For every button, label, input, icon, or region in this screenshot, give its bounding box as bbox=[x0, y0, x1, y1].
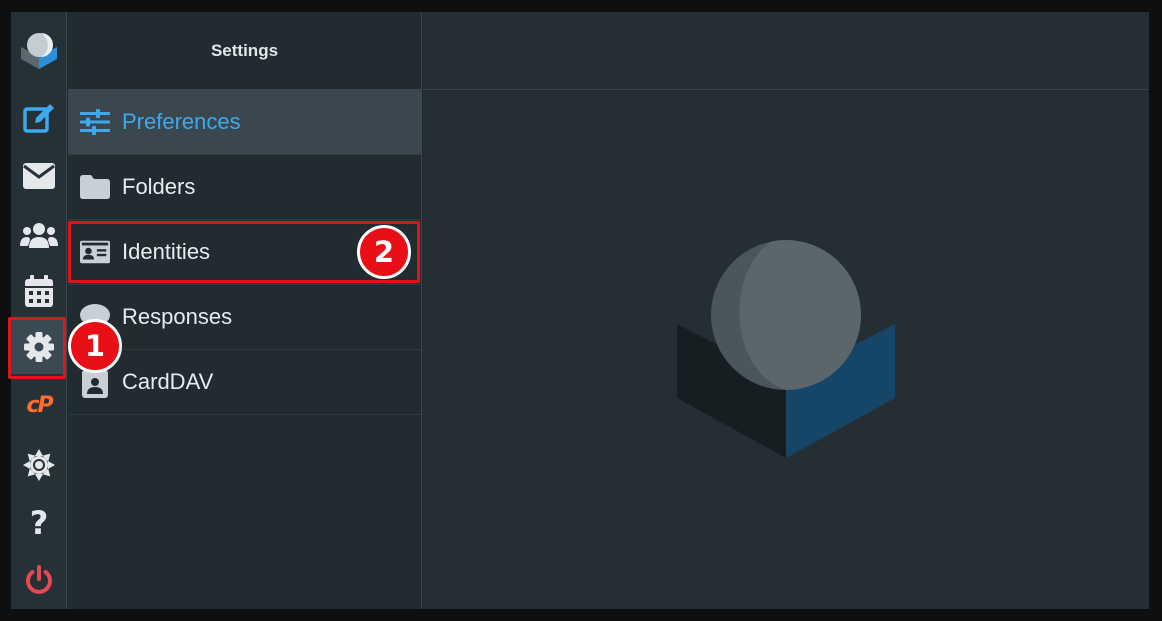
settings-item-label: CardDAV bbox=[122, 369, 214, 394]
app-window: cP ? Settings Preferences Folders Identi… bbox=[11, 12, 1149, 609]
app-navigation-rail: cP ? bbox=[11, 12, 67, 609]
settings-item-carddav[interactable]: CardDAV bbox=[68, 350, 421, 415]
help-label: ? bbox=[29, 504, 49, 542]
page-title: Settings bbox=[210, 40, 279, 60]
sliders-icon bbox=[80, 107, 110, 137]
settings-item-folders[interactable]: Folders bbox=[68, 155, 421, 220]
calendar-icon[interactable] bbox=[11, 264, 67, 318]
folder-icon bbox=[80, 172, 110, 202]
settings-sections-panel: Settings Preferences Folders Identities … bbox=[68, 12, 422, 609]
content-header bbox=[423, 12, 1149, 90]
power-icon[interactable] bbox=[11, 553, 67, 607]
settings-item-label: Identities bbox=[122, 239, 211, 264]
roundcube-logo-icon[interactable] bbox=[11, 22, 67, 76]
envelope-icon[interactable] bbox=[11, 149, 67, 203]
compose-icon[interactable] bbox=[11, 92, 67, 146]
settings-item-label: Preferences bbox=[122, 109, 241, 134]
settings-item-label: Responses bbox=[122, 304, 233, 329]
users-icon[interactable] bbox=[11, 208, 67, 262]
gear-icon[interactable] bbox=[11, 320, 67, 374]
sun-icon[interactable] bbox=[11, 438, 67, 492]
settings-item-preferences[interactable]: Preferences bbox=[68, 90, 421, 155]
cpanel-icon[interactable]: cP bbox=[11, 378, 67, 432]
id-card-icon bbox=[80, 237, 110, 267]
settings-item-label: Folders bbox=[122, 174, 196, 199]
settings-header: Settings bbox=[68, 12, 421, 90]
content-pane bbox=[423, 12, 1149, 609]
roundcube-watermark-logo bbox=[677, 240, 895, 465]
step-2-badge: 2 bbox=[357, 225, 411, 279]
cpanel-label: cP bbox=[26, 392, 53, 418]
step-1-badge: 1 bbox=[68, 319, 122, 373]
question-icon[interactable]: ? bbox=[11, 496, 67, 550]
